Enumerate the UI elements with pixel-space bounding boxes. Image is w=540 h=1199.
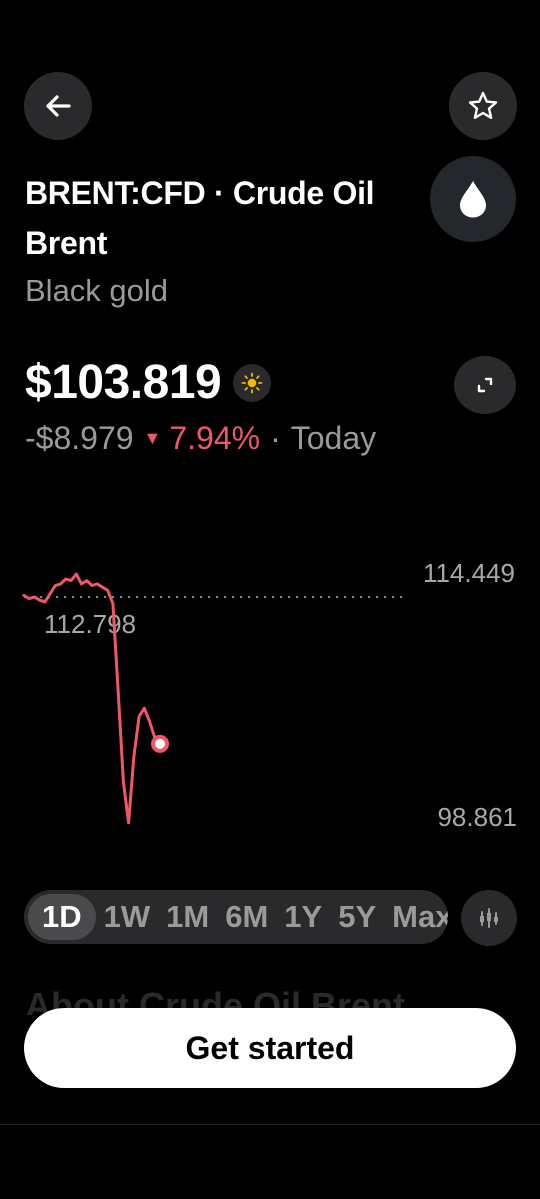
change-period: Today xyxy=(290,420,377,456)
current-price-dot xyxy=(151,734,169,753)
separator-dot: · xyxy=(270,420,281,456)
low-price-label: 98.861 xyxy=(437,802,517,832)
time-range-selector[interactable]: 1D 1W 1M 6M 1Y 5Y Max xyxy=(24,890,448,944)
chart-type-button[interactable] xyxy=(461,890,517,946)
range-6m[interactable]: 6M xyxy=(217,899,276,935)
change-amount: -$8.979 xyxy=(25,420,134,456)
back-button[interactable] xyxy=(24,72,92,140)
range-5y[interactable]: 5Y xyxy=(330,899,384,935)
expand-button[interactable] xyxy=(454,356,516,414)
range-1m[interactable]: 1M xyxy=(158,899,217,935)
candlestick-icon xyxy=(480,908,498,928)
asset-subtitle: Black gold xyxy=(25,273,169,308)
star-icon xyxy=(468,91,498,119)
range-max[interactable]: Max xyxy=(384,899,448,935)
range-1w[interactable]: 1W xyxy=(96,899,159,935)
price-chart[interactable]: 114.449 112.798 98.861 xyxy=(0,540,540,840)
bottom-divider xyxy=(0,1124,540,1125)
oil-drop-icon xyxy=(460,181,486,218)
price-row: $103.819 xyxy=(25,355,272,410)
range-1y[interactable]: 1Y xyxy=(276,899,330,935)
get-started-button[interactable]: Get started xyxy=(24,1008,516,1088)
market-hours-badge[interactable] xyxy=(233,363,272,402)
arrow-left-icon xyxy=(46,95,71,117)
down-triangle-icon: ▼ xyxy=(143,428,162,448)
change-percent: 7.94% xyxy=(169,420,261,456)
expand-icon xyxy=(477,377,493,393)
page-title: BRENT:CFD · Crude Oil Brent xyxy=(25,175,375,261)
high-price-label: 114.449 xyxy=(423,558,515,588)
favorite-button[interactable] xyxy=(449,72,517,140)
current-price: $103.819 xyxy=(25,356,222,409)
range-1d[interactable]: 1D xyxy=(28,894,96,940)
price-change-row: -$8.979 ▼ 7.94% · Today xyxy=(25,420,376,457)
previous-close-label: 112.798 xyxy=(44,609,136,639)
asset-logo xyxy=(430,156,516,242)
sun-icon xyxy=(241,372,263,393)
